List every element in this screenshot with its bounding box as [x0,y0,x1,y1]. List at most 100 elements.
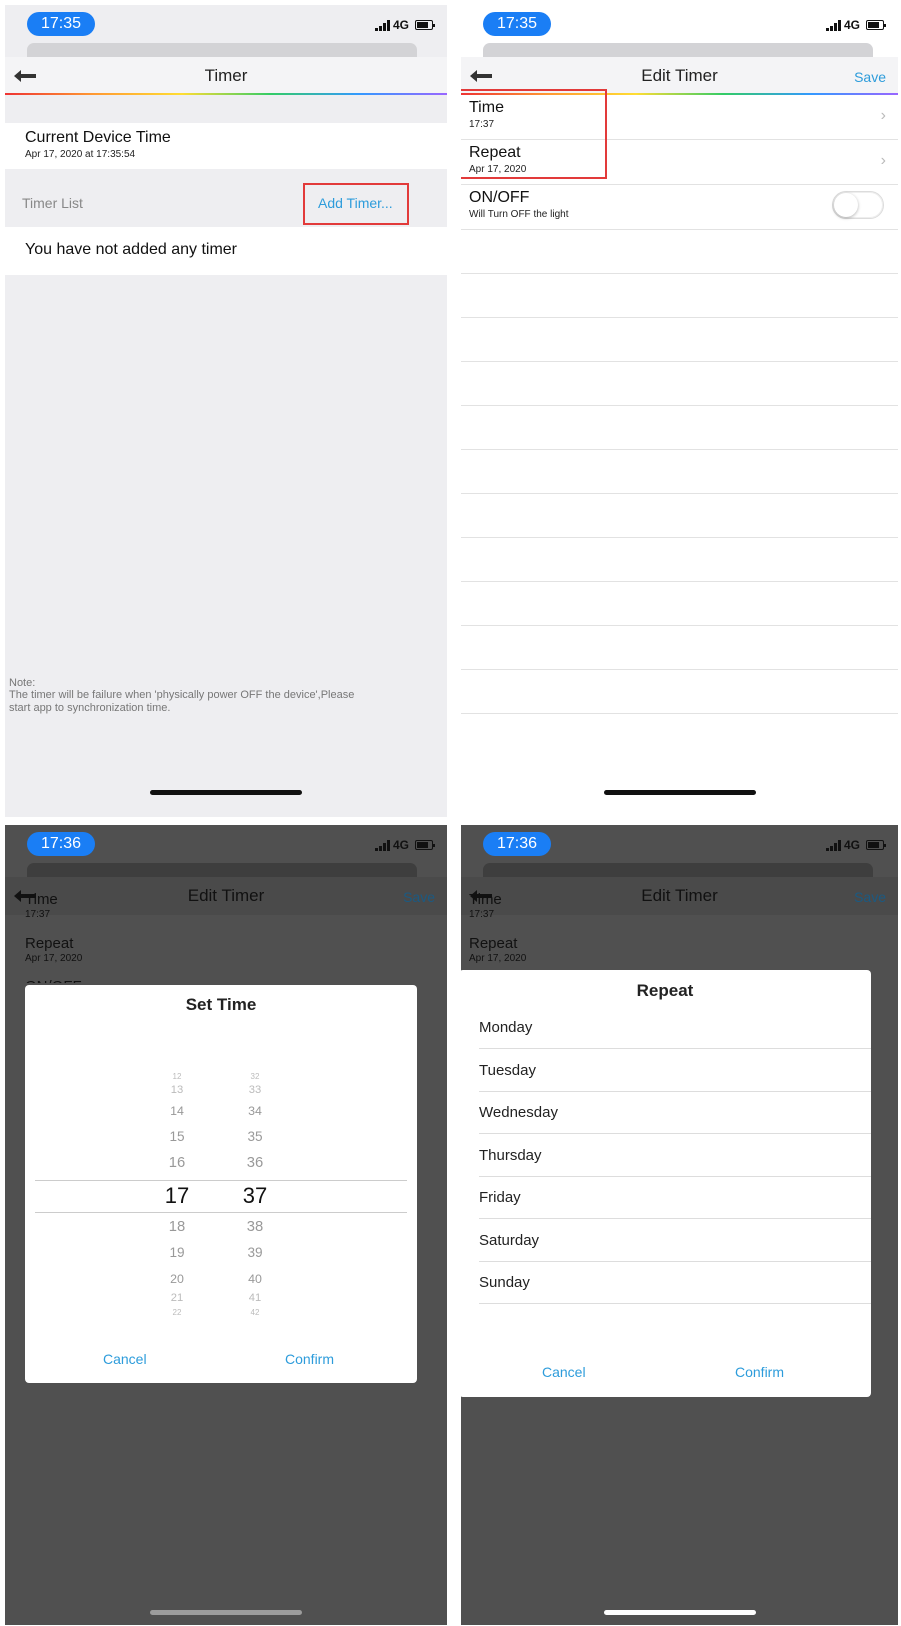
home-indicator[interactable] [603,1610,756,1615]
highlight-box [303,183,409,225]
page-title: Edit Timer [641,66,718,85]
confirm-button[interactable]: Confirm [285,1351,334,1367]
save-button[interactable]: Save [403,889,435,905]
device-time-row: Current Device Time Apr 17, 2020 at 17:3… [5,123,447,169]
day-option[interactable]: Sunday [461,1261,871,1304]
onoff-row: ON/OFF Will Turn OFF the light [461,185,898,229]
status-time: 17:36 [27,832,95,856]
timer-screen: 17:35 4G Timer Current Device Time Apr 1… [5,5,447,817]
status-bar: 17:36 4G [461,825,898,863]
dialog-title: Repeat [636,981,694,1000]
confirm-button[interactable]: Confirm [735,1364,784,1380]
repeat-label: Repeat [25,935,74,952]
divider [461,581,898,582]
network-label: 4G [843,18,860,32]
signal-bars-icon [825,839,841,851]
day-option[interactable]: Tuesday [461,1049,871,1092]
time-value: 17:37 [25,909,51,920]
divider [461,405,898,406]
picker-option[interactable]: 36 [225,1155,285,1171]
picker-selected-value[interactable]: 17 [147,1183,207,1209]
divider [461,229,898,230]
picker-option[interactable]: 22 [147,1308,207,1317]
divider [461,713,898,714]
divider [461,537,898,538]
picker-option[interactable]: 41 [225,1292,285,1304]
onoff-value: Will Turn OFF the light [469,209,569,220]
timer-list-label: Timer List [22,195,83,211]
status-bar: 17:35 4G [461,5,898,43]
status-time: 17:36 [483,832,551,856]
save-button[interactable]: Save [854,69,886,85]
cancel-button[interactable]: Cancel [103,1351,147,1367]
page-title: Timer [204,66,248,85]
divider [461,669,898,670]
status-bar: 17:36 4G [5,825,447,863]
battery-icon [866,840,886,850]
notch-pill [27,43,417,57]
home-indicator[interactable] [150,790,302,795]
divider [461,493,898,494]
picker-option[interactable]: 18 [147,1219,207,1235]
note-title: Note: [9,677,36,689]
nav-bar: Edit Timer Save [5,877,447,915]
picker-option[interactable]: 38 [225,1219,285,1235]
picker-option[interactable]: 20 [147,1272,207,1286]
page-title: Edit Timer [641,886,718,905]
highlight-box [461,89,607,179]
day-option[interactable]: Saturday [461,1219,871,1262]
picker-option[interactable]: 19 [147,1245,207,1260]
onoff-label: ON/OFF [469,189,530,206]
cancel-button[interactable]: Cancel [542,1364,586,1380]
time-value: 17:37 [469,909,495,920]
notch-pill [27,863,417,877]
picker-option[interactable]: 14 [147,1104,207,1118]
day-option[interactable]: Monday [461,1006,871,1049]
hour-picker[interactable]: 12 13 14 15 16 17 18 19 20 21 22 [147,985,207,1383]
day-option[interactable]: Thursday [461,1134,871,1177]
dialog-title: Set Time [185,995,257,1014]
nav-bar: Edit Timer Save [461,877,898,915]
divider [461,625,898,626]
picker-option[interactable]: 21 [147,1292,207,1304]
signal-indicator: 4G [825,18,886,32]
signal-indicator: 4G [374,838,435,852]
screenshot-grid: 17:35 4G Timer Current Device Time Apr 1… [0,0,901,1626]
picker-option[interactable]: 13 [147,1084,207,1096]
network-label: 4G [392,838,409,852]
time-label: Time [25,891,58,908]
picker-option[interactable]: 34 [225,1104,285,1118]
repeat-dialog: Repeat Monday Tuesday Wednesday Thursday Fri… [461,970,871,1397]
onoff-toggle[interactable] [832,191,884,219]
signal-indicator: 4G [825,838,886,852]
picker-option[interactable]: 39 [225,1245,285,1260]
picker-option[interactable]: 12 [147,1072,207,1081]
device-time-label: Current Device Time [25,129,171,146]
chevron-right-icon: › [880,107,886,124]
picker-selected-value[interactable]: 37 [225,1183,285,1209]
home-indicator[interactable] [150,1610,302,1615]
picker-line [35,1212,407,1213]
picker-line [35,1180,407,1181]
picker-option[interactable]: 40 [225,1272,285,1286]
picker-option[interactable]: 32 [225,1072,285,1081]
picker-option[interactable]: 15 [147,1129,207,1144]
day-option[interactable]: Wednesday [461,1091,871,1134]
signal-indicator: 4G [374,18,435,32]
save-button[interactable]: Save [854,889,886,905]
day-option[interactable]: Friday [461,1176,871,1219]
signal-bars-icon [374,839,390,851]
nav-accent-line [5,93,447,95]
battery-icon [866,20,886,30]
divider [461,449,898,450]
home-indicator[interactable] [603,790,756,795]
picker-option[interactable]: 42 [225,1308,285,1317]
picker-option[interactable]: 33 [225,1084,285,1096]
picker-option[interactable]: 16 [147,1155,207,1171]
network-label: 4G [843,838,860,852]
divider [461,273,898,274]
battery-icon [415,840,435,850]
battery-icon [415,20,435,30]
minute-picker[interactable]: 32 33 34 35 36 37 38 39 40 41 42 [225,985,285,1383]
picker-option[interactable]: 35 [225,1129,285,1144]
